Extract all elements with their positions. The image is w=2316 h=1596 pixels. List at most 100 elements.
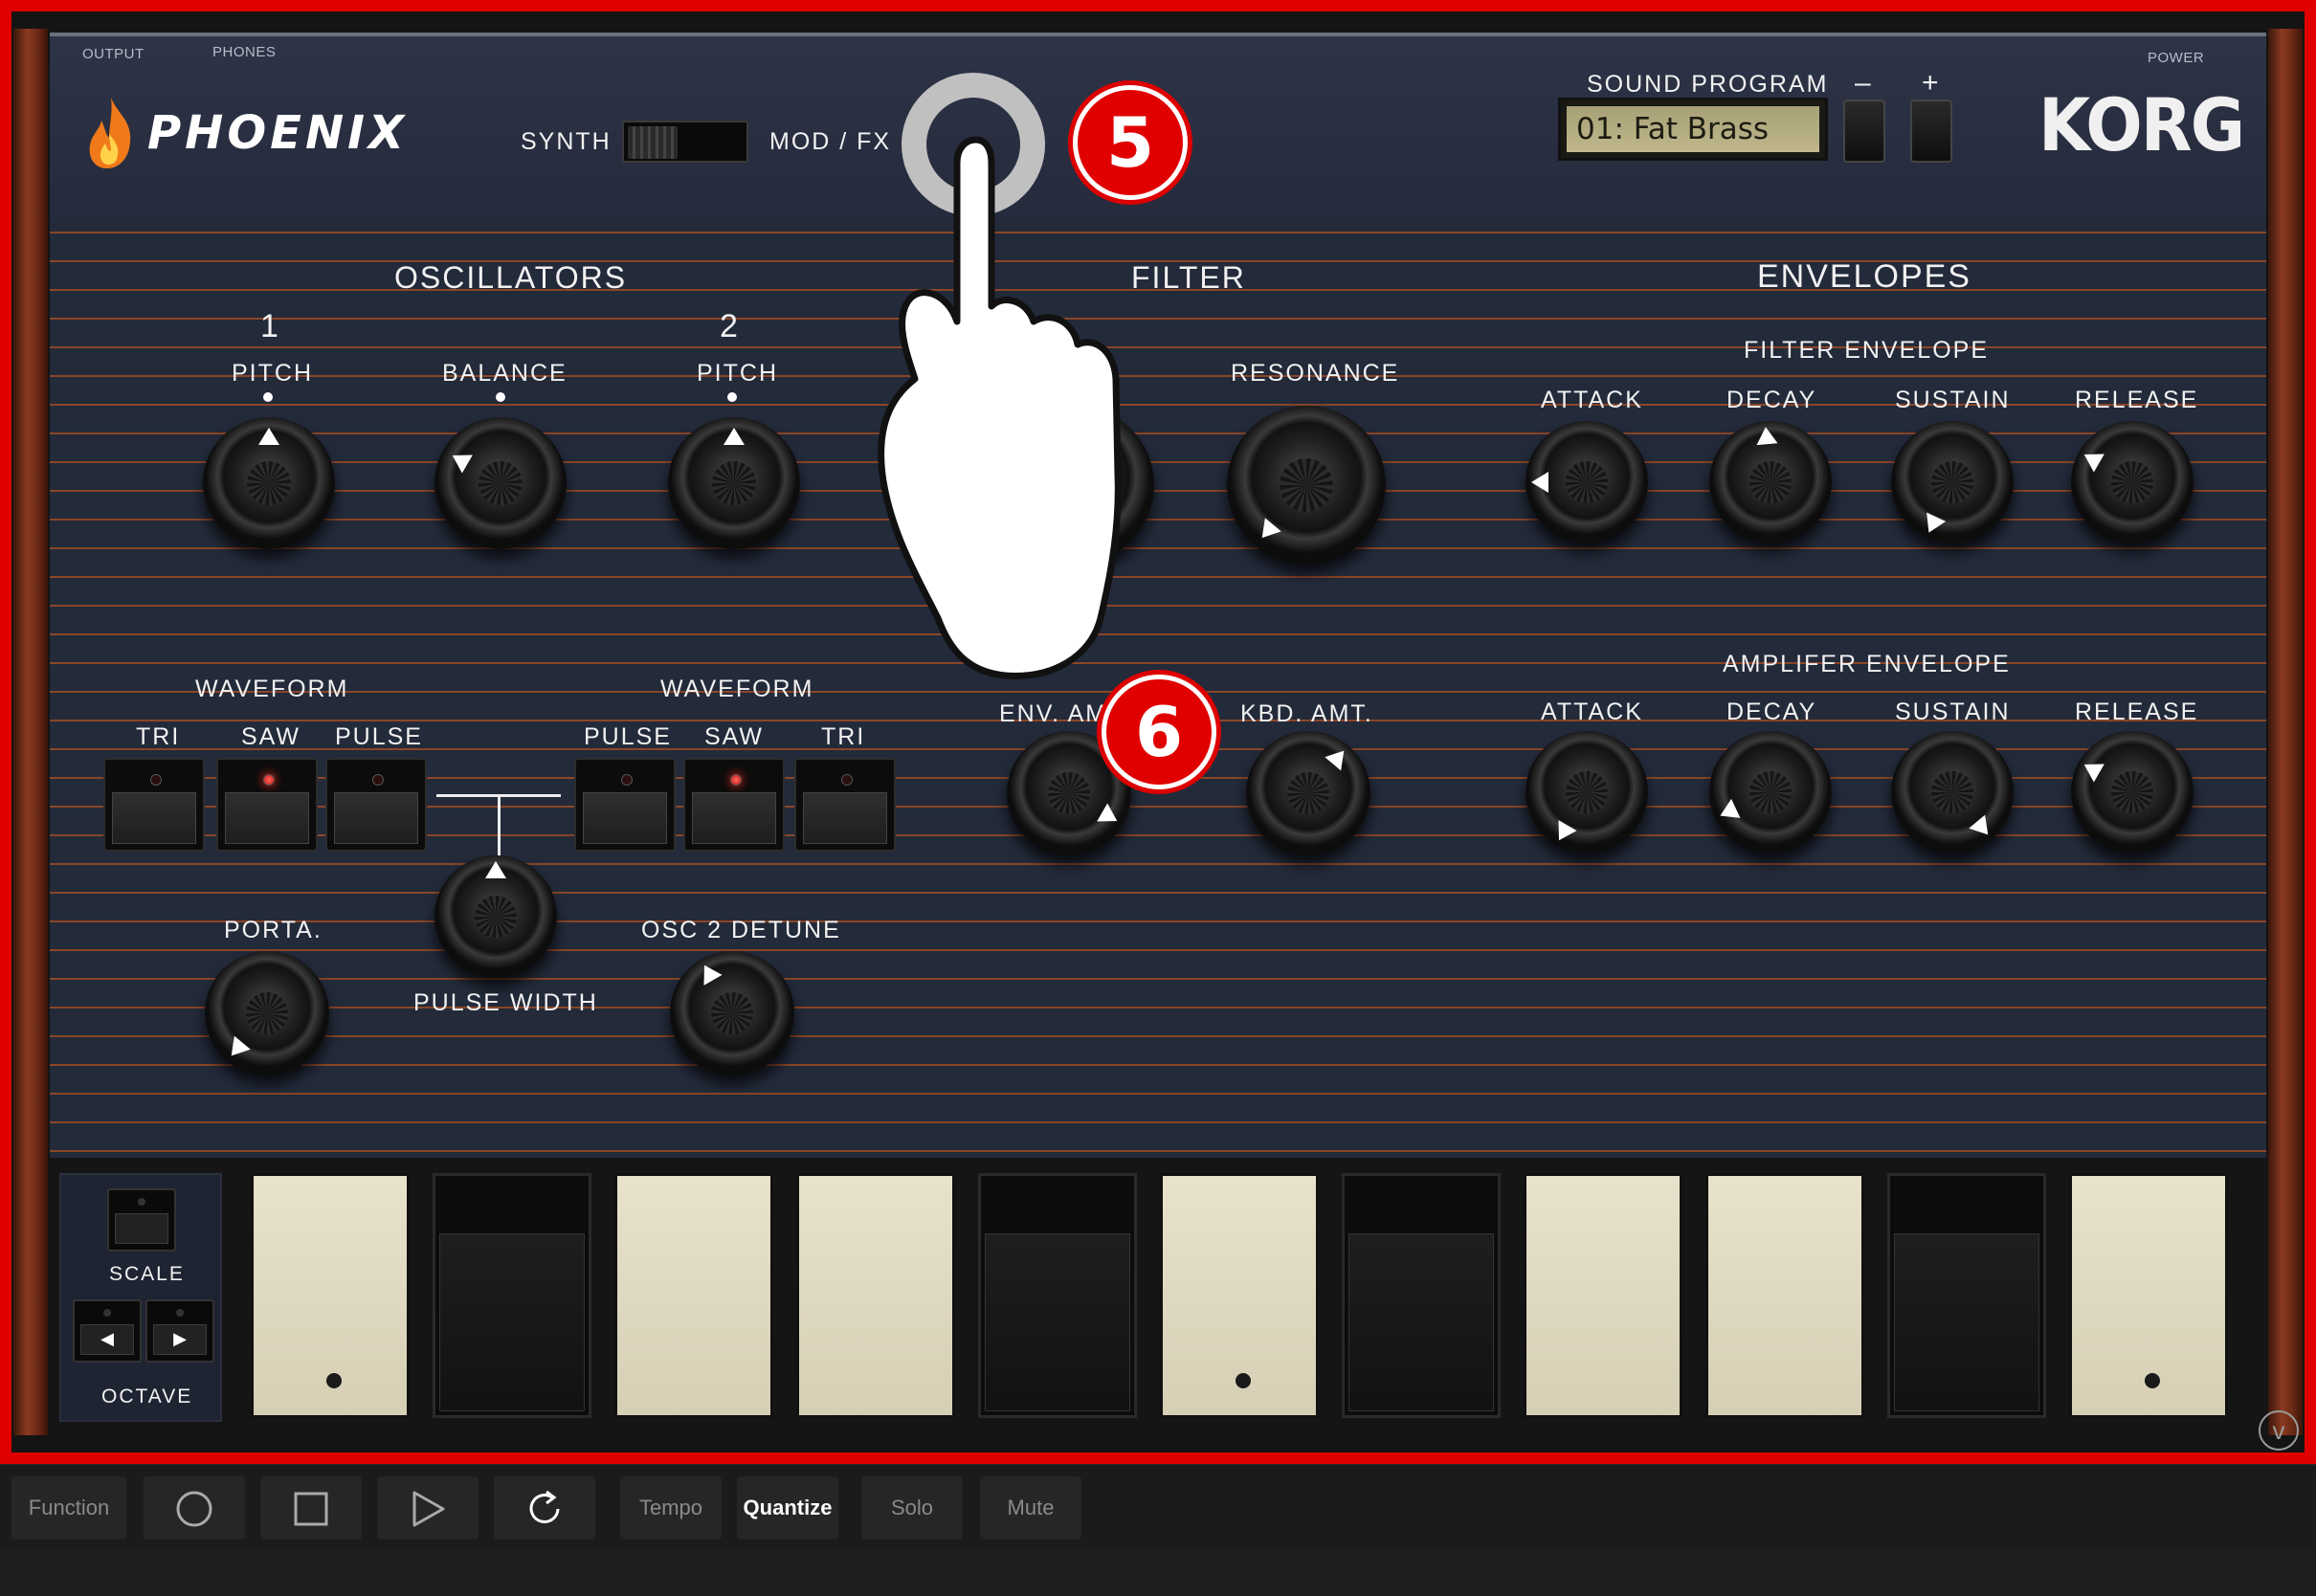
step-6-number: 6 — [1106, 679, 1212, 785]
scale-button[interactable] — [107, 1188, 176, 1252]
osc2-detune-knob[interactable] — [670, 951, 794, 1075]
key-e[interactable] — [796, 1173, 955, 1418]
pitch1-center-dot — [263, 392, 273, 402]
amp-attack-knob[interactable] — [1525, 731, 1648, 853]
amp-release-label: RELEASE — [2075, 698, 2199, 725]
filter-release-label: RELEASE — [2075, 387, 2199, 413]
octave-down-button[interactable]: ◀ — [73, 1299, 142, 1363]
output-label: OUTPUT — [82, 46, 145, 62]
key-g[interactable] — [1160, 1173, 1319, 1418]
function-button[interactable]: Function — [11, 1476, 126, 1540]
pulse-width-label: PULSE WIDTH — [413, 989, 598, 1016]
scale-label: SCALE — [109, 1263, 185, 1285]
program-up-button[interactable] — [1910, 100, 1952, 163]
key-a-sharp[interactable] — [1887, 1173, 2046, 1418]
transport-bar: Function Tempo Quantize Solo Mute — [0, 1464, 2316, 1550]
filter-sustain-knob[interactable] — [1891, 421, 2014, 543]
key-a[interactable] — [1524, 1173, 1682, 1418]
arrow-right-icon: ▶ — [153, 1324, 207, 1355]
app-name: PHOENIX — [147, 106, 408, 160]
bottom-strip — [0, 1550, 2316, 1596]
play-button[interactable] — [377, 1476, 479, 1540]
program-down-button[interactable] — [1843, 100, 1885, 163]
sound-program-label: SOUND PROGRAM — [1587, 71, 1829, 98]
amp-release-knob[interactable] — [2071, 731, 2194, 853]
tri1-label: TRI — [136, 723, 181, 750]
key-c-high[interactable] — [2069, 1173, 2228, 1418]
program-display: 01: Fat Brass — [1558, 98, 1828, 161]
osc1-saw-button[interactable] — [216, 758, 318, 852]
porta-knob[interactable] — [205, 951, 329, 1075]
osc1-pulse-button[interactable] — [325, 758, 427, 852]
loop-button[interactable] — [494, 1476, 595, 1540]
stop-button[interactable] — [260, 1476, 362, 1540]
program-plus-label: + — [1922, 67, 1941, 99]
loop-icon — [529, 1490, 560, 1524]
filter-decay-label: DECAY — [1726, 387, 1817, 413]
osc2-saw-button[interactable] — [683, 758, 785, 852]
quantize-button[interactable]: Quantize — [737, 1476, 838, 1540]
osc2-pulse-button[interactable] — [574, 758, 676, 852]
korg-logo: KORG — [2038, 82, 2245, 167]
octave-up-button[interactable]: ▶ — [145, 1299, 214, 1363]
amp-sustain-label: SUSTAIN — [1895, 698, 2011, 725]
filter-title: FILTER — [1131, 260, 1246, 295]
key-b[interactable] — [1705, 1173, 1864, 1418]
tri2-label: TRI — [821, 723, 866, 750]
saw2-label: SAW — [704, 723, 765, 750]
pulse-width-connector-v — [498, 794, 501, 861]
switch-thumb[interactable] — [628, 126, 678, 159]
filter-envelope-label: FILTER ENVELOPE — [1744, 337, 1989, 364]
power-label[interactable]: POWER — [2148, 50, 2204, 66]
modfx-mode-label: MOD / FX — [769, 128, 892, 155]
osc2-tri-button[interactable] — [794, 758, 896, 852]
osc2-number: 2 — [720, 308, 740, 344]
record-icon — [176, 1491, 212, 1527]
saw1-label: SAW — [241, 723, 301, 750]
tempo-button[interactable]: Tempo — [620, 1476, 722, 1540]
record-button[interactable] — [144, 1476, 245, 1540]
kbd-amt-label: KBD. AMT. — [1240, 700, 1373, 727]
mute-button[interactable]: Mute — [980, 1476, 1081, 1540]
filter-release-knob[interactable] — [2071, 421, 2194, 543]
kbd-amt-knob[interactable] — [1246, 731, 1370, 855]
osc1-tri-button[interactable] — [103, 758, 205, 852]
amp-envelope-label: AMPLIFER ENVELOPE — [1723, 651, 2011, 677]
pulse-width-knob[interactable] — [434, 855, 557, 978]
key-g-sharp[interactable] — [1342, 1173, 1501, 1418]
key-f-sharp[interactable] — [978, 1173, 1137, 1418]
pitch1-label: PITCH — [232, 360, 313, 387]
filter-decay-knob[interactable] — [1709, 421, 1832, 543]
pitch2-label: PITCH — [697, 360, 778, 387]
app-logo: PHOENIX — [84, 96, 408, 170]
resonance-knob[interactable] — [1227, 406, 1386, 565]
scale-octave-panel: SCALE ◀ ▶ OCTAVE — [59, 1173, 222, 1422]
filter-sustain-label: SUSTAIN — [1895, 387, 2011, 413]
resonance-label: RESONANCE — [1231, 360, 1400, 387]
osc1-number: 1 — [260, 308, 280, 344]
oscillators-title: OSCILLATORS — [394, 260, 628, 295]
amp-sustain-knob[interactable] — [1891, 731, 2014, 853]
filter-attack-knob[interactable] — [1525, 421, 1648, 543]
balance-knob[interactable] — [434, 417, 567, 549]
filter-attack-label: ATTACK — [1541, 387, 1643, 413]
key-d[interactable] — [614, 1173, 773, 1418]
play-icon — [412, 1491, 445, 1527]
step-5-badge: 5 — [1068, 80, 1192, 205]
phones-label: PHONES — [212, 44, 277, 60]
arrow-left-icon: ◀ — [80, 1324, 134, 1355]
tap-indicator-ring — [902, 73, 1045, 216]
step-5-number: 5 — [1078, 90, 1183, 195]
program-minus-label: – — [1855, 67, 1873, 99]
synth-modfx-switch[interactable] — [622, 121, 748, 163]
key-c[interactable] — [251, 1173, 410, 1418]
cutoff-knob[interactable] — [995, 406, 1154, 565]
corner-v-icon[interactable]: v — [2259, 1410, 2299, 1451]
flame-icon — [89, 98, 131, 168]
right-wood-panel — [2268, 29, 2303, 1435]
solo-button[interactable]: Solo — [861, 1476, 963, 1540]
pitch2-knob[interactable] — [668, 417, 800, 549]
key-c-sharp[interactable] — [433, 1173, 591, 1418]
amp-decay-knob[interactable] — [1709, 731, 1832, 853]
pitch1-knob[interactable] — [203, 417, 335, 549]
